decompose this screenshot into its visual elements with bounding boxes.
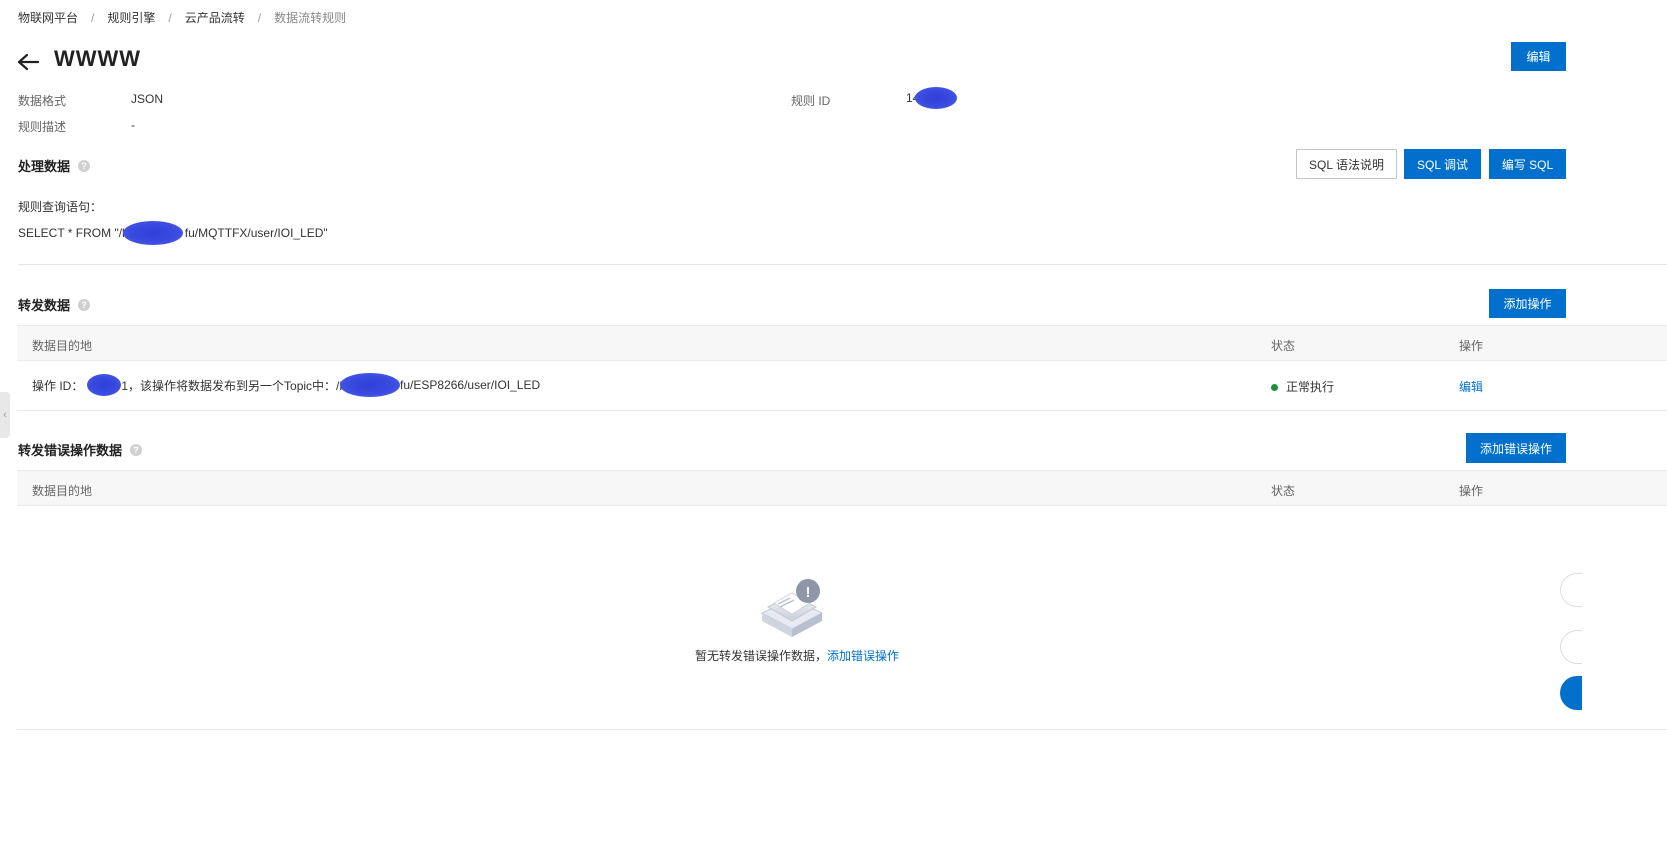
forward-data-title-text: 转发数据 (18, 298, 71, 313)
breadcrumb-item-current: 数据流转规则 (274, 11, 347, 25)
breadcrumb-separator: / (91, 10, 95, 25)
empty-state-text: 暂无转发错误操作数据，添加错误操作 (695, 647, 899, 664)
query-statement-label: 规则查询语句： (18, 200, 103, 214)
column-header-action: 操作 (1459, 484, 1484, 498)
forward-table-header: 数据目的地 状态 操作 (17, 325, 1667, 361)
data-format-value: JSON (131, 92, 164, 106)
add-action-button[interactable]: 添加操作 (1489, 289, 1566, 318)
redaction-mark (340, 373, 401, 397)
breadcrumb-item-iot-platform[interactable]: 物联网平台 (18, 9, 78, 26)
query-statement: SELECT * FROM "/h fu/MQTTFX/user/IOI_LED… (18, 221, 328, 245)
column-header-action: 操作 (1459, 339, 1484, 353)
rule-id-value: 14 (906, 87, 958, 109)
error-table-header: 数据目的地 状态 操作 (17, 470, 1667, 506)
query-suffix: fu/MQTTFX/user/IOI_LED" (184, 226, 328, 240)
row-destination-middle: 1，该操作将数据发布到另一个Topic中：/h (121, 378, 347, 393)
sql-syntax-help-button[interactable]: SQL 语法说明 (1296, 149, 1397, 179)
breadcrumb: 物联网平台 / 规则引擎 / 云产品流转 / 数据流转规则 (18, 9, 346, 26)
column-header-destination: 数据目的地 (32, 484, 93, 498)
add-error-action-link[interactable]: 添加错误操作 (827, 649, 899, 663)
query-prefix: SELECT * FROM "/h (18, 226, 129, 240)
column-header-status: 状态 (1271, 484, 1296, 498)
side-collapse-tab[interactable]: ‹ (0, 392, 10, 438)
error-forward-title-text: 转发错误操作数据 (18, 443, 123, 458)
rule-id-label: 规则 ID (791, 94, 831, 108)
status-dot-icon (1271, 384, 1278, 392)
row-destination-suffix: fu/ESP8266/user/IOI_LED (400, 378, 541, 392)
page-title: WWWW (54, 46, 142, 71)
floating-tool-button[interactable] (1560, 573, 1582, 607)
row-status-text: 正常执行 (1286, 380, 1335, 394)
add-error-action-button[interactable]: 添加错误操作 (1466, 433, 1566, 463)
redaction-mark (87, 374, 122, 396)
help-icon[interactable]: ? (130, 443, 143, 456)
process-data-title: 处理数据 ? (18, 156, 91, 175)
row-status: 正常执行 (1271, 378, 1334, 395)
rule-desc-label: 规则描述 (18, 120, 67, 134)
edit-rule-button[interactable]: 编辑 (1511, 42, 1566, 71)
sql-debug-button[interactable]: SQL 调试 (1404, 149, 1481, 179)
help-icon[interactable]: ? (78, 298, 91, 311)
redaction-mark (122, 221, 183, 245)
section-divider (17, 729, 1667, 730)
rule-desc-value: - (131, 118, 135, 132)
column-header-destination: 数据目的地 (32, 339, 93, 353)
breadcrumb-item-rule-engine[interactable]: 规则引擎 (107, 9, 155, 26)
row-edit-link[interactable]: 编辑 (1459, 378, 1483, 395)
forward-data-title: 转发数据 ? (18, 295, 91, 314)
section-divider (18, 264, 1667, 265)
column-header-status: 状态 (1271, 339, 1296, 353)
redaction-mark (915, 87, 958, 109)
row-destination-prefix: 操作 ID： (32, 378, 84, 393)
error-forward-title: 转发错误操作数据 ? (18, 440, 143, 459)
process-data-title-text: 处理数据 (18, 159, 71, 174)
empty-state-message: 暂无转发错误操作数据， (695, 649, 828, 663)
empty-alert-mark: ! (805, 583, 811, 601)
breadcrumb-separator: / (257, 10, 262, 25)
data-format-label: 数据格式 (18, 94, 67, 108)
breadcrumb-separator: / (168, 10, 172, 25)
table-row: 操作 ID： 1，该操作将数据发布到另一个Topic中：/h fu/ESP826… (17, 361, 1667, 411)
floating-help-button[interactable] (1560, 676, 1582, 710)
back-arrow-icon[interactable] (16, 52, 40, 72)
help-icon[interactable]: ? (78, 159, 91, 172)
row-destination: 操作 ID： 1，该操作将数据发布到另一个Topic中：/h fu/ESP826… (32, 373, 540, 397)
write-sql-button[interactable]: 编写 SQL (1489, 149, 1566, 179)
breadcrumb-item-cloud-flow[interactable]: 云产品流转 (185, 9, 245, 26)
floating-tool-button[interactable] (1560, 630, 1582, 664)
